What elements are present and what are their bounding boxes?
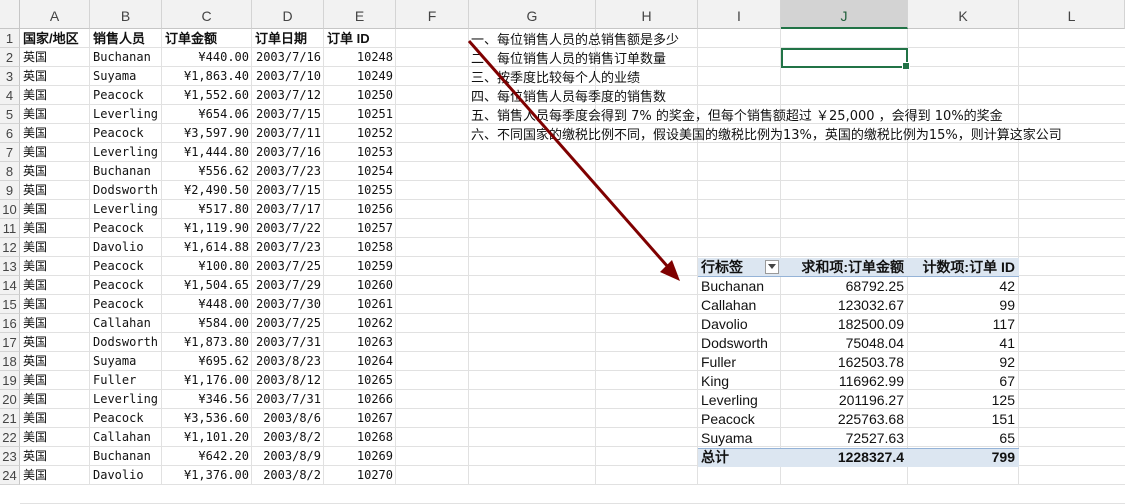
annotation-arrow [467, 40, 680, 281]
